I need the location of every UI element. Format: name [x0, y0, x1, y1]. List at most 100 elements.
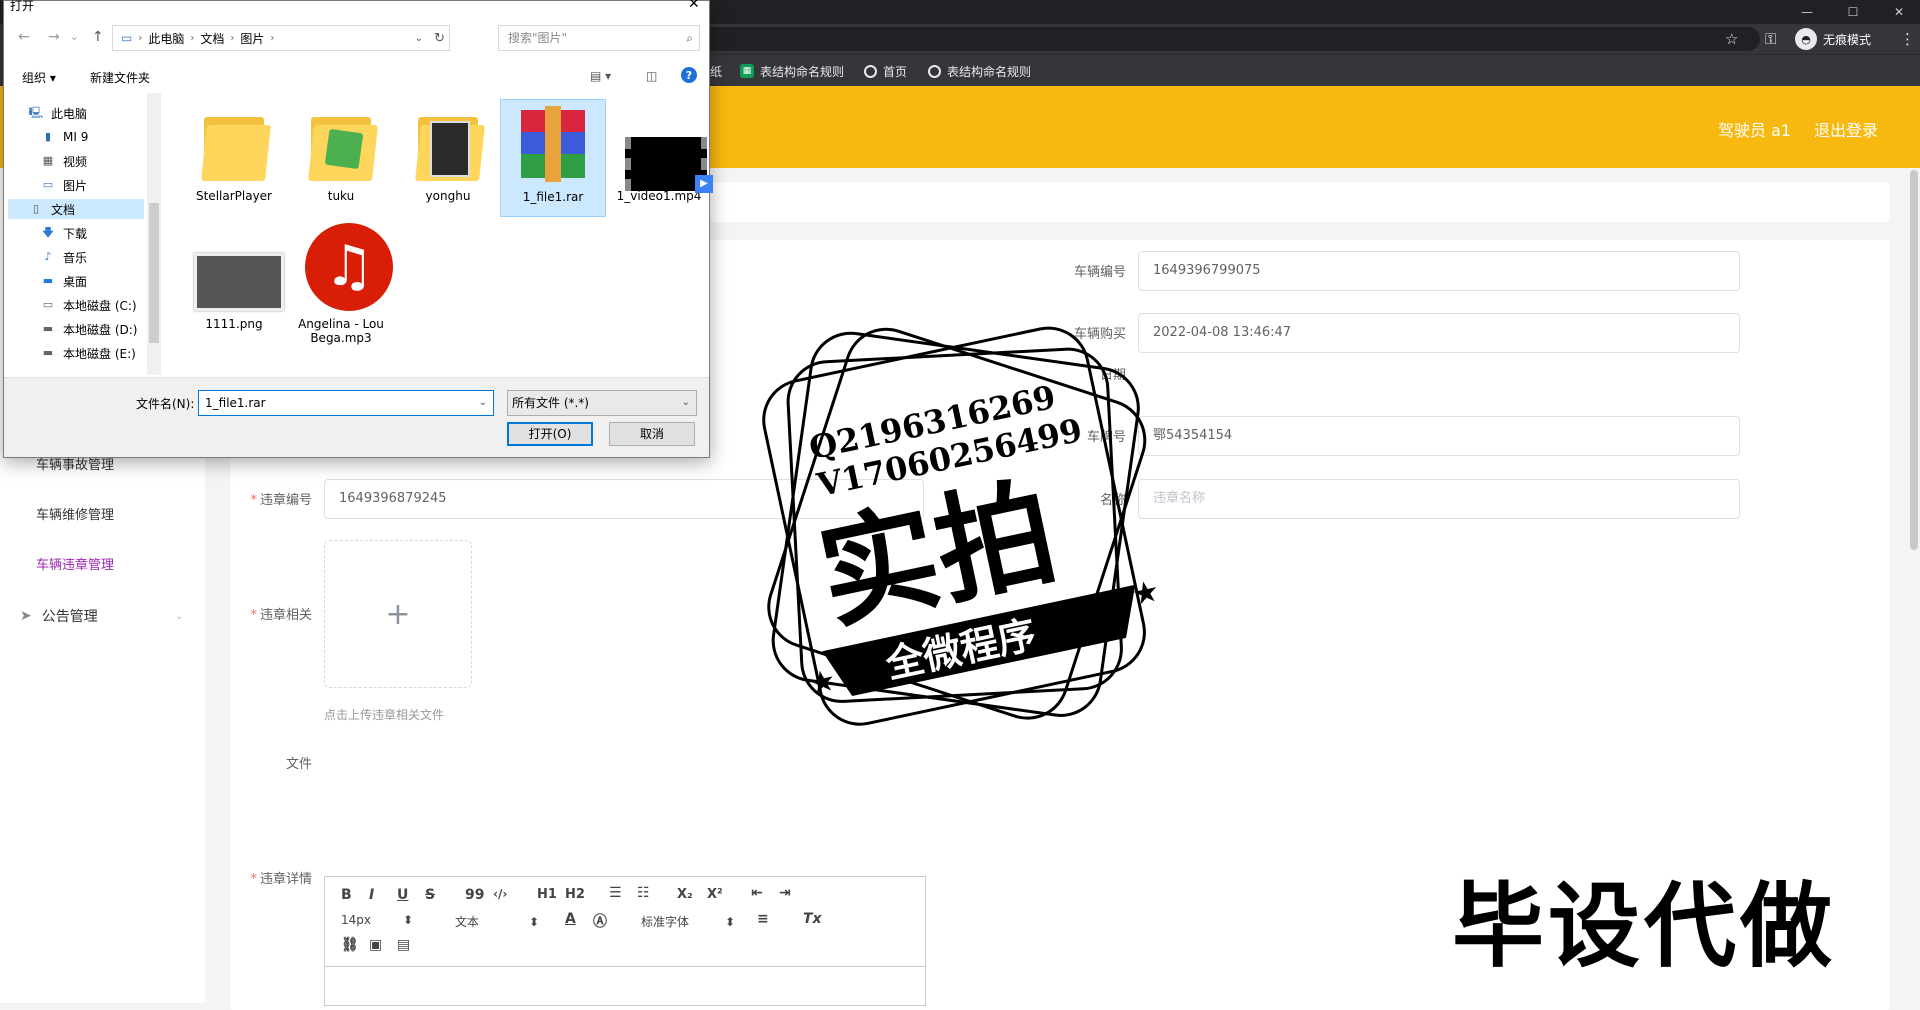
view-options-icon[interactable]: ▤ ▾	[590, 69, 611, 83]
subscript-button[interactable]: X₂	[677, 887, 693, 902]
tree-item-drive-e[interactable]: ▬ 本地磁盘 (E:)	[40, 343, 136, 363]
font-family-select[interactable]: 标准字体 ⬍	[641, 913, 735, 930]
address-breadcrumb[interactable]: ▭ › 此电脑 › 文档 › 图片 › ⌄ ↻	[112, 25, 450, 51]
indent-icon[interactable]: ⇥	[779, 885, 791, 901]
minimize-icon[interactable]: —	[1784, 0, 1830, 24]
font-color-icon[interactable]: A	[565, 911, 576, 927]
help-icon[interactable]: ?	[681, 67, 697, 83]
maximize-icon[interactable]: ☐	[1830, 0, 1876, 24]
file-item-video[interactable]: ▶ 1_video1.mp4	[609, 101, 713, 203]
breadcrumb-item[interactable]: 图片	[240, 30, 264, 47]
text-style-select[interactable]: 文本 ⬍	[455, 913, 539, 930]
breadcrumb-item[interactable]: 文档	[200, 30, 224, 47]
superscript-button[interactable]: X²	[707, 887, 723, 902]
tree-item-videos[interactable]: ▦ 视频	[40, 151, 87, 171]
file-item-rar[interactable]: 1_file1.rar	[500, 99, 606, 217]
dialog-search-input[interactable]: 搜索"图片" ⌕	[498, 25, 700, 51]
navigation-scrollbar[interactable]	[147, 93, 161, 375]
tree-item-mi9[interactable]: ▮ MI 9	[40, 127, 88, 147]
file-item-yonghu[interactable]: yonghu	[398, 101, 498, 203]
chevron-down-icon[interactable]: ⌄	[415, 33, 423, 44]
filetype-select[interactable]: 所有文件 (*.*) ⌄	[507, 390, 697, 416]
filename-input[interactable]: 1_file1.rar ⌄	[198, 390, 494, 416]
file-label: 文件	[285, 757, 312, 772]
watermark-stamp: Q2196316269 V17060256499 实拍 全微程序 ★ ★	[762, 326, 1162, 726]
forward-arrow-icon[interactable]: →	[48, 29, 60, 45]
picture-folder-icon: ▭	[42, 178, 54, 191]
preview-pane-icon[interactable]: ◫	[646, 69, 657, 83]
page-scrollbar[interactable]	[1910, 170, 1918, 550]
sidebar-item-violation[interactable]: 车辆违章管理	[36, 554, 114, 573]
refresh-icon[interactable]: ↻	[434, 31, 445, 46]
h2-button[interactable]: H2	[565, 887, 585, 902]
dialog-bottom-bar: 文件名(N): 1_file1.rar ⌄ 所有文件 (*.*) ⌄ 打开(O)…	[4, 377, 709, 457]
violation-name-field[interactable]: 违章名称	[1138, 479, 1740, 519]
user-label[interactable]: 驾驶员 a1	[1718, 117, 1791, 141]
plate-no-field[interactable]: 鄂54354154	[1138, 416, 1740, 456]
key-icon[interactable]: ⚿	[1765, 28, 1776, 50]
sidebar-group-notice[interactable]: ➤ 公告管理 ⌄	[20, 606, 183, 626]
violation-related-label: * 违章相关	[250, 608, 312, 623]
bold-button[interactable]: B	[341, 887, 352, 903]
scrollbar-thumb[interactable]	[149, 203, 159, 343]
tree-item-documents[interactable]: ▯ 文档	[8, 199, 144, 219]
incognito-label: 无痕模式	[1823, 32, 1872, 47]
back-arrow-icon[interactable]: ←	[18, 29, 30, 45]
sidebar-item-repair[interactable]: 车辆维修管理	[36, 504, 114, 523]
violation-details-label: * 违章详情	[250, 872, 312, 887]
file-item-stellarplayer[interactable]: StellarPlayer	[184, 101, 284, 203]
highlight-icon[interactable]: Ⓐ	[593, 911, 607, 931]
cancel-button[interactable]: 取消	[609, 422, 695, 446]
tree-item-downloads[interactable]: 🡇 下载	[40, 223, 87, 243]
organize-button[interactable]: 组织 ▾	[22, 69, 56, 86]
vehicle-no-field[interactable]: 1649396799075	[1138, 251, 1740, 291]
tree-item-drive-d[interactable]: ▬ 本地磁盘 (D:)	[40, 319, 138, 339]
strike-button[interactable]: S	[425, 887, 435, 903]
image-icon[interactable]: ▣	[369, 937, 382, 953]
tree-item-pc[interactable]: 🖳 此电脑	[28, 103, 87, 123]
ordered-list-icon[interactable]: ☰	[609, 885, 622, 901]
up-arrow-icon[interactable]: ↑	[92, 29, 104, 45]
rich-text-editor[interactable]: B I U S 99 ‹/› H1 H2 ☰ ☷ X₂ X² ⇤ ⇥ 14px ⬍…	[324, 876, 926, 1006]
tree-item-pictures[interactable]: ▭ 图片	[40, 175, 87, 195]
bookmark-star-icon[interactable]: ☆	[1725, 28, 1738, 50]
logout-link[interactable]: 退出登录	[1814, 117, 1878, 141]
code-button[interactable]: ‹/›	[493, 887, 507, 901]
purchase-date-field[interactable]: 2022-04-08 13:46:47	[1138, 313, 1740, 353]
align-icon[interactable]: ≡	[757, 911, 769, 927]
outdent-icon[interactable]: ⇤	[751, 885, 763, 901]
recent-dropdown-icon[interactable]: ⌄	[70, 32, 78, 43]
h1-button[interactable]: H1	[537, 887, 557, 902]
tree-item-desktop[interactable]: ▬ 桌面	[40, 271, 87, 291]
close-window-icon[interactable]: ✕	[1876, 0, 1920, 24]
bookmark-item[interactable]: ▦ 表结构命名规则	[740, 62, 844, 80]
clear-format-icon[interactable]: Tx	[803, 911, 822, 927]
bookmark-item[interactable]: 表结构命名规则	[928, 62, 1031, 80]
chevron-down-icon[interactable]: ⌄	[479, 391, 487, 415]
archive-icon	[517, 102, 589, 190]
search-icon: ⌕	[686, 31, 693, 45]
close-icon[interactable]: ✕	[688, 0, 700, 12]
quote-button[interactable]: 99	[465, 887, 484, 903]
file-item-tuku[interactable]: tuku	[291, 101, 391, 203]
sheet-icon: ▦	[740, 64, 754, 78]
italic-button[interactable]: I	[369, 887, 374, 903]
open-button[interactable]: 打开(O)	[507, 422, 593, 446]
breadcrumb-item[interactable]: 此电脑	[148, 30, 184, 47]
video-icon[interactable]: ▤	[397, 937, 410, 953]
send-icon: ➤	[20, 608, 32, 624]
incognito-indicator[interactable]: ◓ 无痕模式	[1795, 27, 1871, 51]
bookmark-item[interactable]: 纸	[710, 62, 722, 80]
tree-item-music[interactable]: ♪ 音乐	[40, 247, 87, 267]
link-icon[interactable]: ⛓	[341, 937, 359, 953]
upload-box[interactable]: +	[324, 540, 472, 688]
bullet-list-icon[interactable]: ☷	[637, 885, 650, 901]
font-size-select[interactable]: 14px ⬍	[341, 913, 413, 927]
bookmark-item[interactable]: 首页	[864, 62, 907, 80]
underline-button[interactable]: U	[397, 887, 408, 903]
file-item-mp3[interactable]: ♫ Angelina - Lou Bega.mp3	[291, 221, 393, 345]
new-folder-button[interactable]: 新建文件夹	[90, 69, 150, 86]
tree-item-drive-c[interactable]: ▭ 本地磁盘 (C:)	[40, 295, 137, 315]
file-item-png[interactable]: 1111.png	[184, 239, 284, 331]
more-menu-icon[interactable]: ⋮	[1900, 28, 1915, 50]
